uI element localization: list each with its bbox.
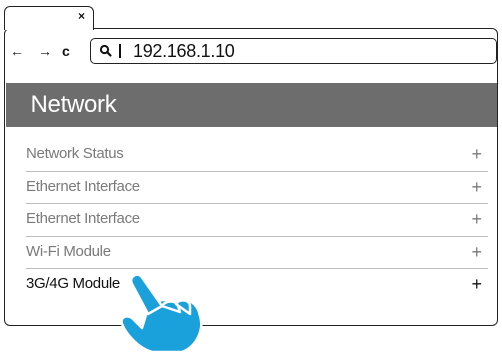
screen: × ← → c 192.168.1.10 Network Network Sta… <box>0 0 502 352</box>
menu-item-label: 3G/4G Module <box>26 275 120 292</box>
menu-item-ethernet-interface-1[interactable]: Ethernet Interface + <box>26 172 488 204</box>
arrow-right-icon[interactable]: → <box>38 43 52 59</box>
menu-item-label: Network Status <box>26 145 124 162</box>
browser-tab[interactable]: × <box>4 6 94 30</box>
menu-item-label: Wi-Fi Module <box>26 242 111 260</box>
expand-icon[interactable]: + <box>471 210 482 228</box>
expand-icon[interactable]: + <box>471 145 482 163</box>
page-header: Network <box>5 83 497 127</box>
hand-pointer-icon <box>120 273 203 352</box>
menu-item-wifi-module[interactable]: Wi-Fi Module + <box>26 237 488 269</box>
text-caret <box>119 44 121 58</box>
address-text[interactable]: 192.168.1.10 <box>133 41 235 61</box>
menu-item-label: Ethernet Interface <box>26 177 140 195</box>
network-menu: Network Status + Ethernet Interface + Et… <box>26 139 488 302</box>
close-icon[interactable]: × <box>78 10 85 22</box>
page-title: Network <box>30 91 117 118</box>
expand-icon[interactable]: + <box>471 178 482 196</box>
arrow-left-icon[interactable]: ← <box>10 43 24 59</box>
menu-item-ethernet-interface-2[interactable]: Ethernet Interface + <box>26 204 488 237</box>
address-bar[interactable]: 192.168.1.10 <box>90 38 497 64</box>
reload-icon[interactable]: c <box>62 43 70 59</box>
expand-icon[interactable]: + <box>471 243 482 261</box>
menu-item-3g-4g-module[interactable]: 3G/4G Module + <box>26 269 488 302</box>
expand-icon[interactable]: + <box>471 275 482 293</box>
menu-item-network-status[interactable]: Network Status + <box>26 139 488 172</box>
search-icon <box>99 44 112 57</box>
menu-item-label: Ethernet Interface <box>26 210 140 227</box>
